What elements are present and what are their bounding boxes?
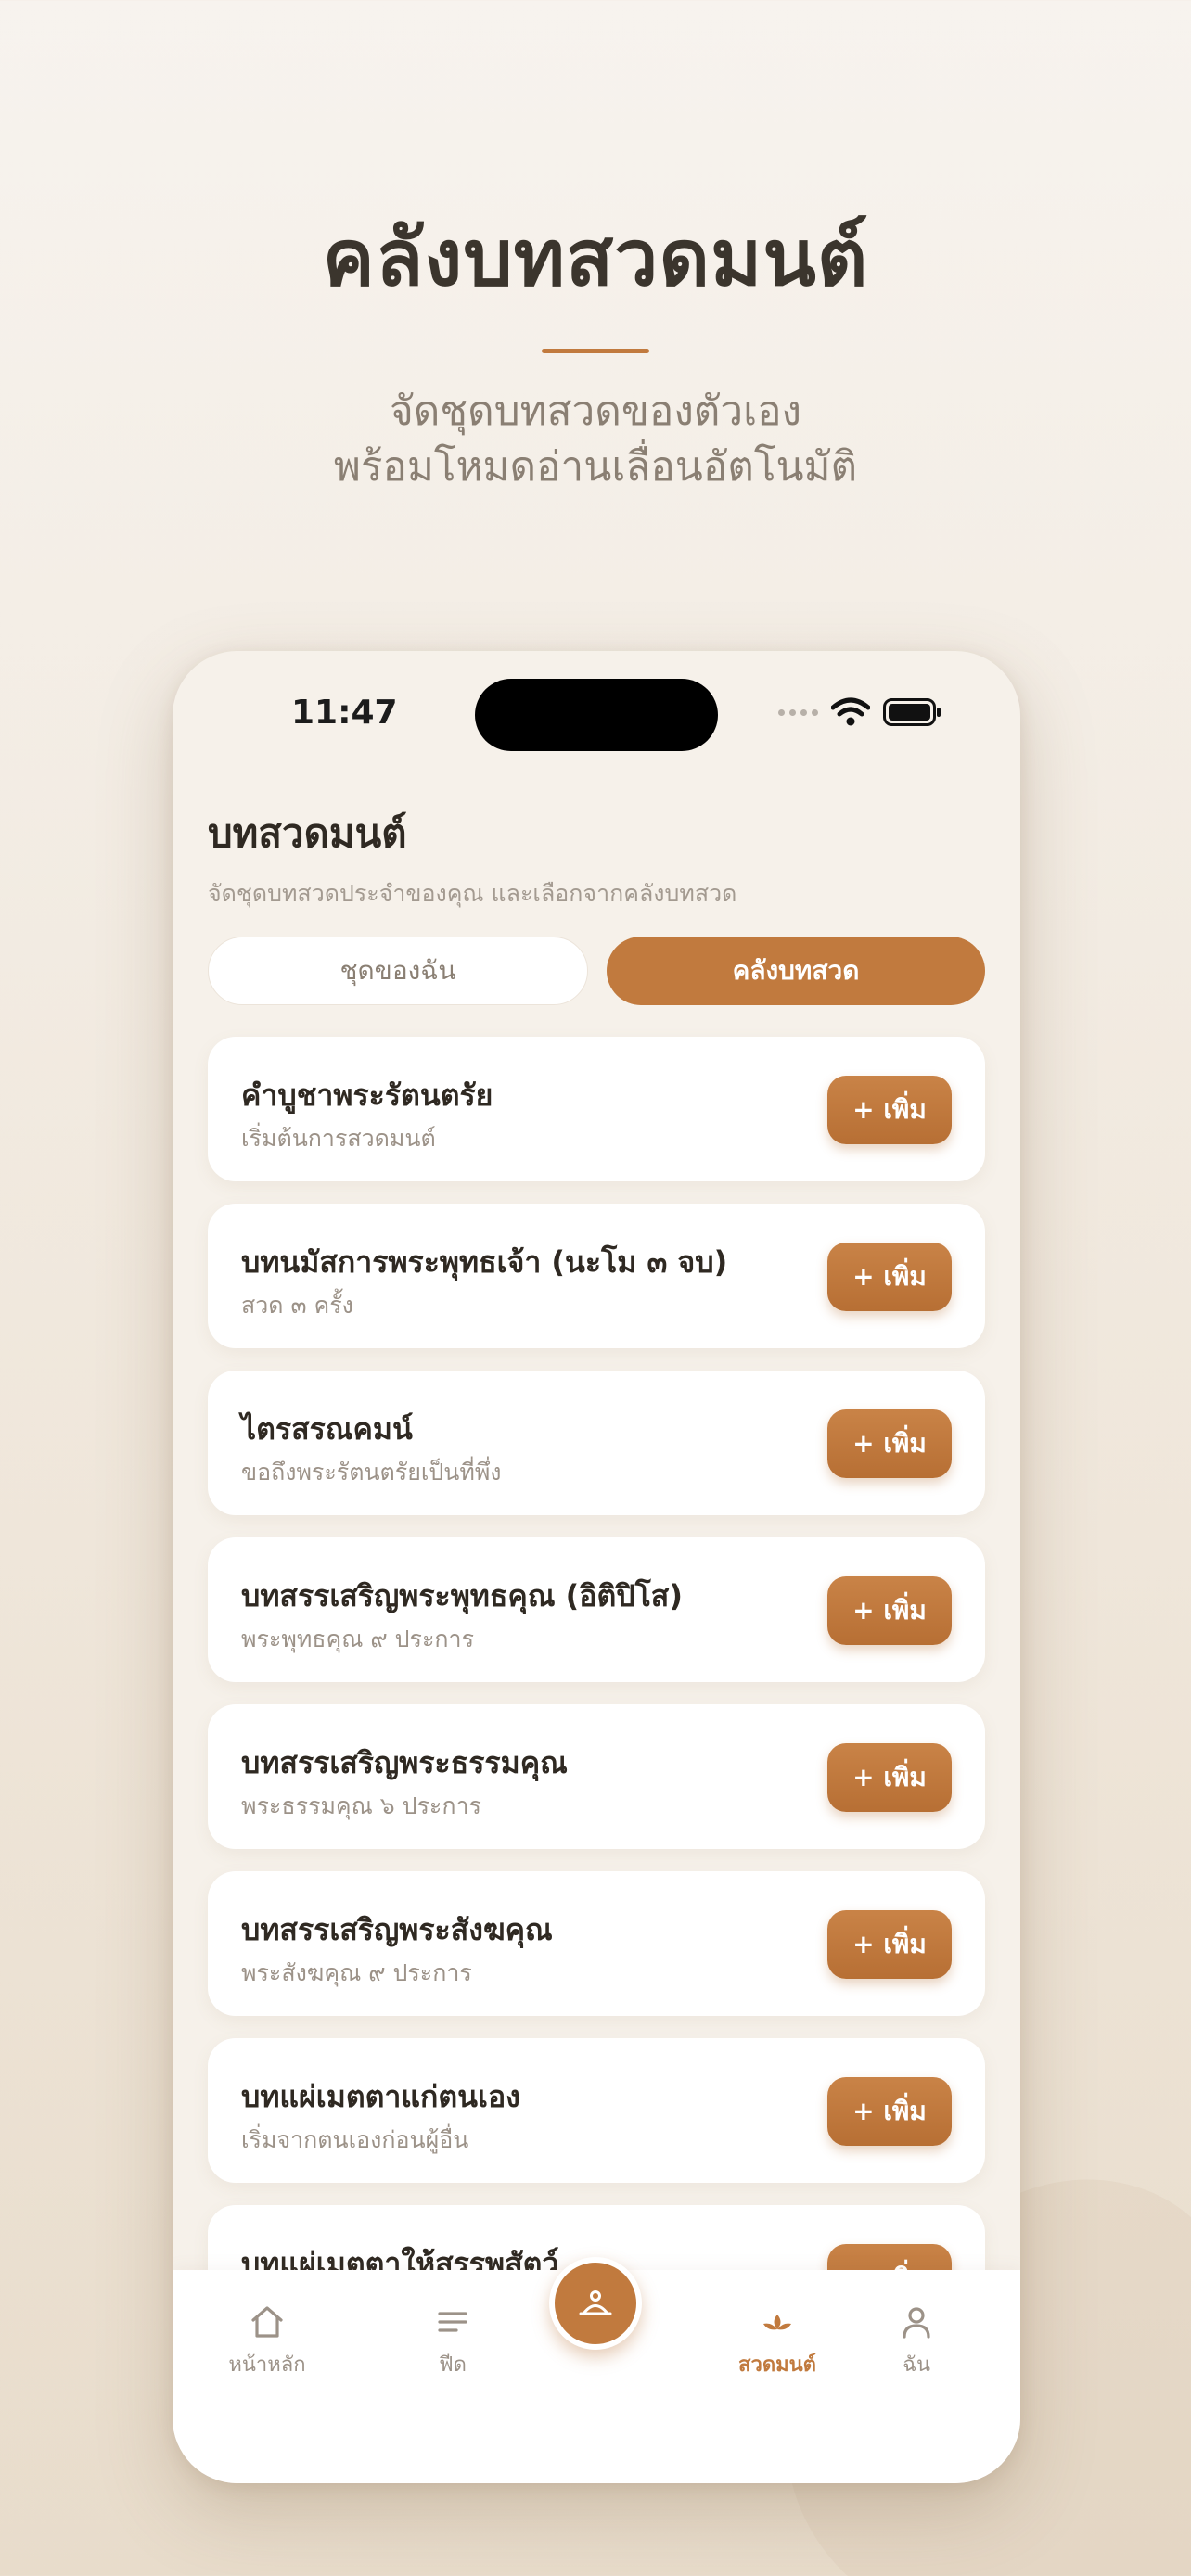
- prayer-card[interactable]: ไตรสรณคมน์ ขอถึงพระรัตนตรัยเป็นที่พึ่ง +…: [208, 1371, 985, 1515]
- status-icons: [778, 697, 942, 727]
- add-button[interactable]: + เพิ่ม: [827, 1910, 952, 1979]
- tab-me[interactable]: ฉัน: [852, 2303, 981, 2380]
- phone-mockup: 11:47 บทสวดมนต์ จัดชุดบทสวดประจำของคุณ แ…: [173, 651, 1020, 2483]
- prayer-subtitle: เริ่มจากตนเองก่อนผู้อื่น: [241, 2126, 469, 2153]
- prayer-subtitle: พระสังฆคุณ ๙ ประการ: [241, 1959, 472, 1986]
- center-action-button[interactable]: [549, 2257, 642, 2350]
- add-button[interactable]: + เพิ่ม: [827, 1409, 952, 1478]
- prayer-subtitle: พระธรรมคุณ ๖ ประการ: [241, 1792, 481, 1819]
- home-icon: [251, 2306, 283, 2338]
- tab-feed-label: ฟีด: [439, 2353, 467, 2377]
- screen-title: บทสวดมนต์: [208, 810, 407, 856]
- prayer-subtitle: เริ่มต้นการสวดมนต์: [241, 1125, 436, 1152]
- lotus-icon: [763, 2315, 791, 2330]
- add-button[interactable]: + เพิ่ม: [827, 1743, 952, 1812]
- prayer-title: บทสรรเสริญพระพุทธคุณ (อิติปิโส): [241, 1578, 683, 1613]
- hero-divider: [542, 349, 649, 353]
- lotus-icon: [579, 2290, 612, 2315]
- prayer-title: บทนมัสการพระพุทธเจ้า (นะโม ๓ จบ): [241, 1244, 728, 1280]
- tab-me-label: ฉัน: [902, 2353, 931, 2377]
- segment-library[interactable]: คลังบทสวด: [607, 937, 985, 1005]
- hero-title: คลังบทสวดมนต์: [322, 211, 869, 303]
- prayer-title: บทแผ่เมตตาแก่ตนเอง: [241, 2079, 520, 2114]
- prayer-subtitle: สวด ๓ ครั้ง: [241, 1292, 353, 1319]
- prayer-card[interactable]: บทสรรเสริญพระสังฆคุณ พระสังฆคุณ ๙ ประการ…: [208, 1871, 985, 2016]
- person-icon: [903, 2307, 930, 2339]
- tab-home-label: หน้าหลัก: [228, 2353, 306, 2377]
- hero-subtitle-line2: พร้อมโหมดอ่านเลื่อนอัตโนมัติ: [333, 443, 858, 491]
- tab-feed[interactable]: ฟีด: [388, 2303, 518, 2380]
- dynamic-island: [475, 679, 718, 751]
- tab-prayer-label: สวดมนต์: [738, 2353, 816, 2377]
- prayer-card[interactable]: บทสรรเสริญพระธรรมคุณ พระธรรมคุณ ๖ ประการ…: [208, 1704, 985, 1849]
- prayer-title: ไตรสรณคมน์: [241, 1411, 413, 1447]
- add-button[interactable]: + เพิ่ม: [827, 1243, 952, 1311]
- prayer-title: บทสรรเสริญพระธรรมคุณ: [241, 1745, 568, 1780]
- tab-prayer[interactable]: สวดมนต์: [712, 2303, 842, 2380]
- add-button[interactable]: + เพิ่ม: [827, 1076, 952, 1144]
- prayer-title: บทสรรเสริญพระสังฆคุณ: [241, 1912, 553, 1947]
- screen-subtitle: จัดชุดบทสวดประจำของคุณ และเลือกจากคลังบท…: [208, 880, 737, 907]
- segmented-control: ชุดของฉัน คลังบทสวด: [208, 937, 985, 1005]
- segment-my-sets[interactable]: ชุดของฉัน: [208, 937, 588, 1005]
- signal-icon: [778, 708, 818, 716]
- tab-bar: หน้าหลัก ฟีด สวดมนต์ ฉัน: [173, 2257, 1020, 2483]
- prayer-title: คำบูชาพระรัตนตรัย: [241, 1078, 493, 1113]
- tab-home[interactable]: หน้าหลัก: [202, 2303, 332, 2380]
- prayer-card[interactable]: บทนมัสการพระพุทธเจ้า (นะโม ๓ จบ) สวด ๓ ค…: [208, 1204, 985, 1348]
- battery-icon: [883, 698, 941, 726]
- feed-icon: [438, 2312, 467, 2332]
- prayer-card[interactable]: คำบูชาพระรัตนตรัย เริ่มต้นการสวดมนต์ + เ…: [208, 1037, 985, 1181]
- prayer-card[interactable]: บทสรรเสริญพระพุทธคุณ (อิติปิโส) พระพุทธค…: [208, 1537, 985, 1682]
- prayer-subtitle: พระพุทธคุณ ๙ ประการ: [241, 1626, 475, 1652]
- status-time: 11:47: [291, 694, 398, 732]
- add-button[interactable]: + เพิ่ม: [827, 2077, 952, 2146]
- prayer-card[interactable]: บทแผ่เมตตาแก่ตนเอง เริ่มจากตนเองก่อนผู้อ…: [208, 2038, 985, 2183]
- add-button[interactable]: + เพิ่ม: [827, 1576, 952, 1645]
- wifi-icon: [831, 697, 870, 726]
- prayer-subtitle: ขอถึงพระรัตนตรัยเป็นที่พึ่ง: [241, 1459, 502, 1486]
